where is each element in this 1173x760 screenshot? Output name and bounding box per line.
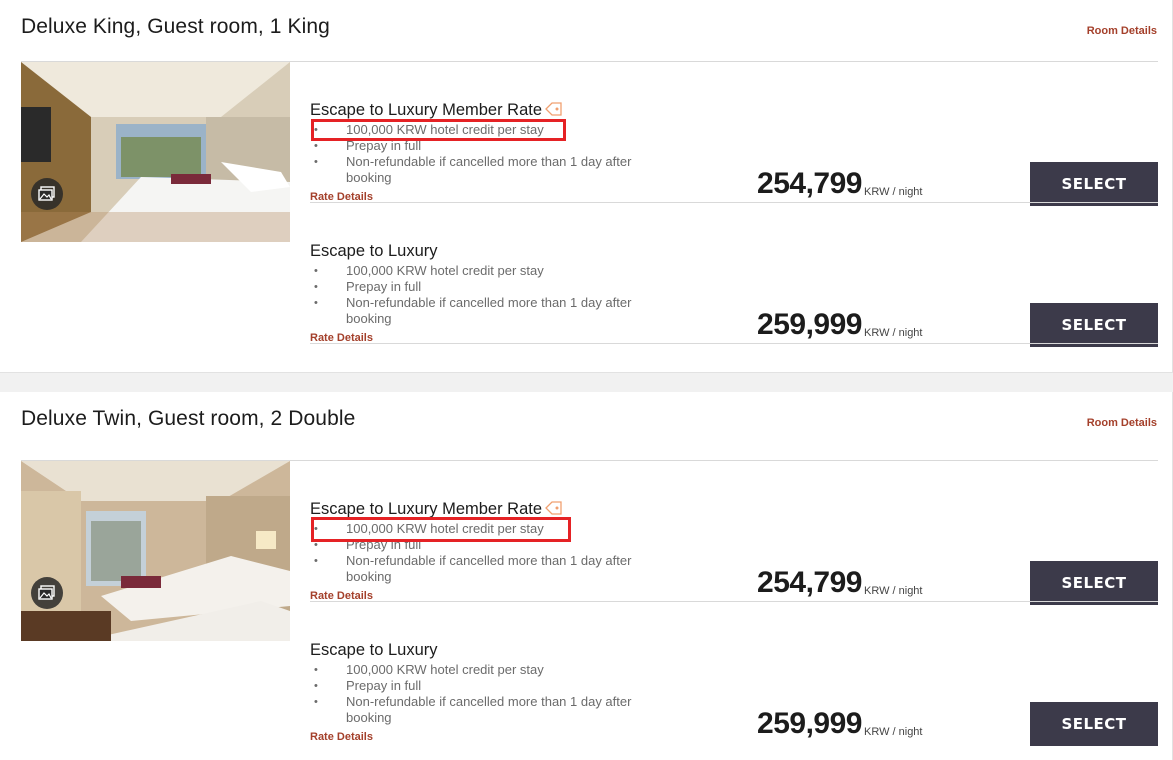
rate-option: Escape to Luxury Member Rate 100,000 KRW… xyxy=(310,461,1158,605)
perk-item: 100,000 KRW hotel credit per stay xyxy=(310,662,666,678)
price-unit: KRW / night xyxy=(864,327,923,339)
rate-option: Escape to Luxury Member Rate 100,000 KRW… xyxy=(310,62,1158,206)
price: 254,799 xyxy=(757,167,862,200)
room-photo[interactable] xyxy=(21,62,290,242)
select-button[interactable]: SELECT xyxy=(1030,162,1158,206)
price-unit: KRW / night xyxy=(864,186,923,198)
perk-item: Prepay in full xyxy=(310,279,666,295)
tag-icon xyxy=(545,102,562,116)
gallery-icon xyxy=(38,585,55,600)
perk-list: 100,000 KRW hotel credit per stay Prepay… xyxy=(310,521,666,585)
gallery-button[interactable] xyxy=(31,577,63,609)
perk-list: 100,000 KRW hotel credit per stay Prepay… xyxy=(310,662,666,726)
select-button[interactable]: SELECT xyxy=(1030,561,1158,605)
tag-icon xyxy=(545,501,562,515)
perk-list: 100,000 KRW hotel credit per stay Prepay… xyxy=(310,263,666,327)
room-title: Deluxe King, Guest room, 1 King xyxy=(21,15,330,38)
price: 259,999 xyxy=(757,707,862,740)
perk-item: Prepay in full xyxy=(310,537,666,553)
gallery-icon xyxy=(38,186,55,201)
room-photo[interactable] xyxy=(21,461,290,641)
perk-item: 100,000 KRW hotel credit per stay xyxy=(310,122,666,138)
perk-item: Non-refundable if cancelled more than 1 … xyxy=(310,154,666,186)
perk-item: Non-refundable if cancelled more than 1 … xyxy=(310,553,666,585)
perk-item: Non-refundable if cancelled more than 1 … xyxy=(310,694,666,726)
rate-details-link[interactable]: Rate Details xyxy=(310,731,373,743)
price: 259,999 xyxy=(757,308,862,341)
perk-item: 100,000 KRW hotel credit per stay xyxy=(310,263,666,279)
rate-name: Escape to Luxury xyxy=(310,641,438,659)
perk-item: 100,000 KRW hotel credit per stay xyxy=(310,521,666,537)
room-card: Deluxe Twin, Guest room, 2 Double Room D… xyxy=(0,392,1173,760)
perk-item: Prepay in full xyxy=(310,678,666,694)
gallery-button[interactable] xyxy=(31,178,63,210)
perk-item: Non-refundable if cancelled more than 1 … xyxy=(310,295,666,327)
divider xyxy=(310,343,1158,344)
rate-option: Escape to Luxury 100,000 KRW hotel credi… xyxy=(310,602,1158,752)
room-details-link[interactable]: Room Details xyxy=(1087,25,1157,37)
rate-name: Escape to Luxury Member Rate xyxy=(310,101,563,120)
price-unit: KRW / night xyxy=(864,585,923,597)
perk-item: Prepay in full xyxy=(310,138,666,154)
rate-option: Escape to Luxury 100,000 KRW hotel credi… xyxy=(310,203,1158,347)
rate-name: Escape to Luxury Member Rate xyxy=(310,500,563,519)
room-details-link[interactable]: Room Details xyxy=(1087,417,1157,429)
perk-list: 100,000 KRW hotel credit per stay Prepay… xyxy=(310,122,666,186)
price: 254,799 xyxy=(757,566,862,599)
select-button[interactable]: SELECT xyxy=(1030,702,1158,746)
select-button[interactable]: SELECT xyxy=(1030,303,1158,347)
rate-name: Escape to Luxury xyxy=(310,242,438,260)
price-unit: KRW / night xyxy=(864,726,923,738)
room-title: Deluxe Twin, Guest room, 2 Double xyxy=(21,407,356,430)
room-card: Deluxe King, Guest room, 1 King Room Det… xyxy=(0,0,1173,373)
